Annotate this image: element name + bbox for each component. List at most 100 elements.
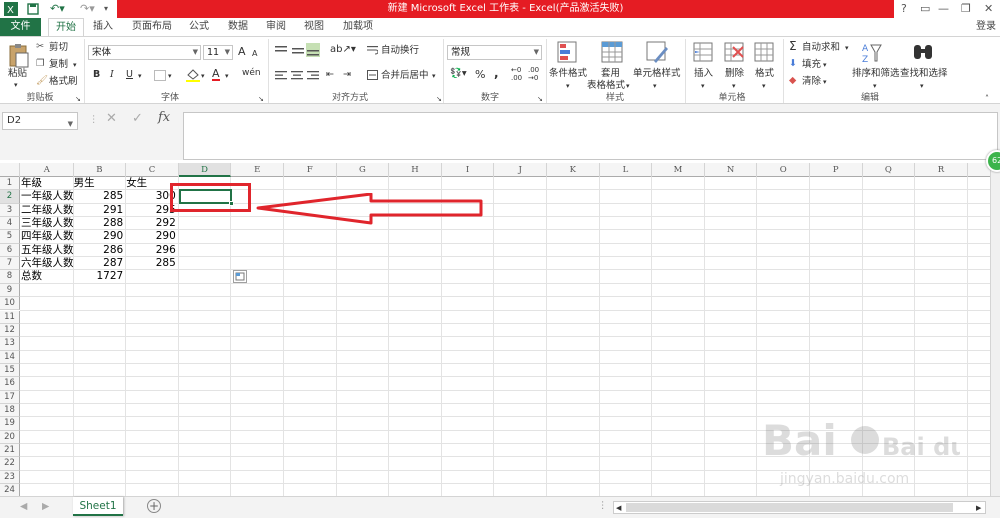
row-header-10[interactable]: 10: [0, 297, 20, 311]
scroll-left-icon[interactable]: ◀: [616, 502, 621, 514]
cell-styles-icon[interactable]: [646, 41, 668, 65]
clear-dropdown-icon[interactable]: ▾: [823, 76, 827, 88]
find-select-dropdown-icon[interactable]: ▾: [920, 80, 924, 92]
cancel-entry-icon[interactable]: ✕: [106, 112, 117, 125]
row-header-14[interactable]: 14: [0, 350, 20, 364]
sheet-bar-splitter-icon[interactable]: ⋮: [598, 500, 608, 512]
column-header-q[interactable]: Q: [863, 163, 916, 177]
merge-center-button[interactable]: 合并后居中: [381, 70, 429, 82]
cell-a8[interactable]: 总数: [21, 270, 78, 282]
cell-a3[interactable]: 二年级人数: [21, 204, 78, 216]
cell-b8[interactable]: 1727: [73, 270, 126, 283]
cell-styles-dropdown-icon[interactable]: ▾: [653, 80, 657, 92]
autosum-dropdown-icon[interactable]: ▾: [845, 42, 849, 54]
format-cells-button[interactable]: 格式: [755, 68, 774, 80]
formula-bar-grip-icon[interactable]: ⋮: [89, 114, 99, 126]
column-header-b[interactable]: B: [74, 163, 127, 177]
accounting-format-icon[interactable]: 💱▾: [450, 68, 467, 80]
row-header-20[interactable]: 20: [0, 430, 20, 444]
column-header-r[interactable]: R: [915, 163, 968, 177]
italic-button[interactable]: I: [110, 69, 114, 81]
find-select-icon[interactable]: [912, 41, 934, 65]
format-cells-icon[interactable]: [753, 41, 775, 65]
cell-c6[interactable]: 296: [126, 243, 178, 257]
column-header-d[interactable]: D: [178, 163, 232, 177]
insert-function-button[interactable]: fx: [158, 111, 170, 124]
minimize-button[interactable]: —: [938, 1, 949, 17]
format-as-table-icon[interactable]: [601, 41, 623, 65]
delete-dropdown-icon[interactable]: ▾: [732, 80, 736, 92]
decrease-indent-icon[interactable]: ⇤: [326, 69, 334, 81]
horizontal-scrollbar[interactable]: ◀ ▶: [613, 501, 986, 514]
conditional-format-dropdown-icon[interactable]: ▾: [566, 80, 570, 92]
cell-a7[interactable]: 六年级人数: [21, 257, 78, 269]
column-header-j[interactable]: J: [494, 163, 547, 177]
row-header-8[interactable]: 8: [0, 270, 20, 284]
autosum-icon[interactable]: Σ: [789, 40, 797, 52]
orientation-icon[interactable]: ab↗▾: [330, 44, 356, 56]
cell-b6[interactable]: 286: [73, 243, 126, 257]
row-header-17[interactable]: 17: [0, 390, 20, 404]
conditional-format-icon[interactable]: [557, 41, 579, 65]
row-header-9[interactable]: 9: [0, 283, 20, 298]
sheet-tab-sheet1[interactable]: Sheet1: [73, 497, 123, 516]
tab-review[interactable]: 审阅: [263, 18, 289, 36]
comma-button[interactable]: ,: [494, 67, 499, 79]
font-name-select[interactable]: 宋体 ▼: [88, 45, 201, 60]
row-header-18[interactable]: 18: [0, 403, 20, 418]
row-header-15[interactable]: 15: [0, 363, 20, 378]
align-center-icon[interactable]: [291, 71, 303, 80]
column-header-h[interactable]: H: [389, 163, 442, 177]
find-select-button[interactable]: 查找和选择: [900, 68, 948, 80]
cell-b3[interactable]: 291: [73, 203, 126, 217]
select-all-corner[interactable]: [0, 163, 20, 177]
format-as-table-dropdown-icon[interactable]: ▾: [626, 80, 630, 92]
scroll-tabs-left-icon[interactable]: ◀: [20, 501, 27, 513]
column-header-g[interactable]: G: [337, 163, 390, 177]
increase-indent-icon[interactable]: ⇥: [343, 69, 351, 81]
row-header-21[interactable]: 21: [0, 444, 20, 458]
delete-cells-icon[interactable]: [723, 41, 745, 65]
column-header-k[interactable]: K: [547, 163, 600, 177]
sort-filter-button[interactable]: 排序和筛选: [852, 68, 900, 80]
fill-icon[interactable]: ⬇: [789, 58, 797, 70]
column-header-n[interactable]: N: [705, 163, 758, 177]
row-header-2[interactable]: 2: [0, 190, 20, 204]
cell-a4[interactable]: 三年级人数: [21, 217, 78, 229]
insert-cells-icon[interactable]: [692, 41, 714, 65]
format-as-table-label-2[interactable]: 表格格式: [587, 80, 625, 92]
login-link[interactable]: 登录: [976, 18, 996, 36]
font-color-button[interactable]: A: [212, 68, 220, 81]
cell-a6[interactable]: 五年级人数: [21, 244, 78, 256]
cut-icon[interactable]: ✂: [36, 41, 44, 53]
cell-a1[interactable]: 年级: [21, 177, 78, 189]
paste-dropdown-icon[interactable]: ▾: [14, 79, 18, 91]
restore-button[interactable]: ❐: [961, 1, 971, 17]
wrap-text-button[interactable]: 自动换行: [381, 45, 419, 57]
tab-insert[interactable]: 插入: [90, 18, 116, 36]
row-header-19[interactable]: 19: [0, 417, 20, 431]
column-header-c[interactable]: C: [126, 163, 179, 177]
align-left-icon[interactable]: [275, 71, 287, 80]
column-header-p[interactable]: P: [810, 163, 863, 177]
cell-styles-button[interactable]: 单元格样式: [633, 68, 681, 80]
cell-b2[interactable]: 285: [73, 190, 126, 203]
borders-icon[interactable]: [154, 70, 166, 81]
cell-b5[interactable]: 290: [73, 230, 126, 243]
sort-filter-icon[interactable]: AZ: [862, 41, 884, 65]
new-sheet-button[interactable]: +: [147, 499, 161, 513]
cell-b1[interactable]: 男生: [74, 177, 131, 189]
cell-c5[interactable]: 290: [126, 230, 178, 243]
name-box[interactable]: D2 ▼: [2, 112, 78, 130]
column-header-m[interactable]: M: [652, 163, 705, 177]
shrink-font-button[interactable]: A: [252, 48, 257, 60]
formula-input[interactable]: [183, 112, 998, 160]
tab-view[interactable]: 视图: [301, 18, 327, 36]
cell-a2[interactable]: 一年级人数: [21, 190, 78, 202]
borders-dropdown-icon[interactable]: ▾: [168, 70, 172, 82]
merge-dropdown-icon[interactable]: ▾: [432, 70, 436, 82]
align-bottom-icon[interactable]: [306, 43, 320, 57]
cell-b7[interactable]: 287: [73, 257, 126, 270]
close-button[interactable]: ✕: [984, 1, 993, 17]
align-middle-icon[interactable]: [292, 46, 304, 56]
